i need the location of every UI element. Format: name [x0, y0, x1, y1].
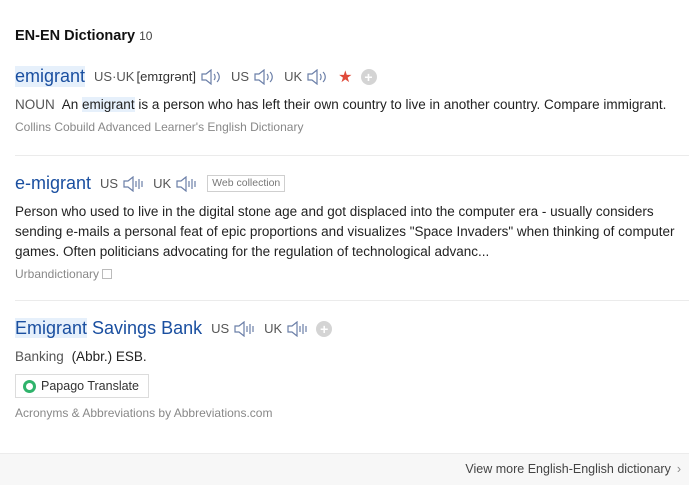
- pron-uk: UK: [153, 175, 197, 192]
- copy-icon[interactable]: [102, 269, 113, 279]
- add-icon[interactable]: +: [316, 320, 333, 337]
- definition-text: is a person who has left their own count…: [138, 97, 667, 112]
- entry-word[interactable]: Emigrant Savings Bank: [15, 318, 202, 339]
- pron-us: US: [231, 68, 275, 85]
- divider: [15, 155, 689, 156]
- speaker-icon[interactable]: [233, 320, 255, 337]
- web-collection-tag: Web collection: [207, 175, 286, 192]
- chevron-right-icon: ›: [676, 462, 681, 476]
- definition: Banking (Abbr.) ESB.: [15, 347, 689, 367]
- entry-word[interactable]: emigrant: [15, 66, 86, 87]
- star-icon[interactable]: ★: [338, 67, 352, 87]
- pron-uk: UK: [284, 68, 328, 85]
- entry-source[interactable]: Collins Cobuild Advanced Learner's Engli…: [15, 120, 689, 134]
- category-label: Banking: [15, 349, 64, 364]
- ipa-text: [emɪgrənt]: [136, 69, 197, 84]
- entry-source[interactable]: Urbandictionary: [15, 267, 689, 281]
- definition-text: (Abbr.) ESB.: [71, 349, 147, 364]
- dictionary-title: EN-EN Dictionary: [15, 28, 136, 44]
- entry-word[interactable]: e-migrant: [15, 173, 91, 194]
- pron-label: US: [211, 321, 230, 336]
- pron-uk: UK: [264, 320, 308, 337]
- footer-bar: View more English-English dictionary ›: [0, 453, 689, 485]
- speaker-icon[interactable]: [122, 175, 144, 192]
- add-icon[interactable]: +: [360, 68, 377, 85]
- pron-label: US·UK: [94, 69, 135, 84]
- word-rest: Savings Bank: [87, 318, 203, 338]
- definition-highlight: emigrant: [82, 97, 135, 112]
- pron-label: US: [100, 176, 119, 191]
- pron-us: US: [100, 175, 144, 192]
- button-label: Papago Translate: [41, 379, 139, 393]
- pron-label: UK: [284, 69, 303, 84]
- result-count: 10: [139, 29, 153, 43]
- speaker-icon[interactable]: [306, 68, 328, 85]
- pron-label: US: [231, 69, 250, 84]
- papago-icon: [23, 379, 36, 393]
- speaker-icon[interactable]: [286, 320, 308, 337]
- definition: Person who used to live in the digital s…: [15, 204, 675, 259]
- dictionary-header: EN-EN Dictionary 10: [15, 28, 152, 44]
- entry-source[interactable]: Acronyms & Abbreviations by Abbreviation…: [15, 406, 689, 420]
- entry-e-migrant: e-migrant US UK Web collection Person wh…: [15, 173, 689, 281]
- word-highlight: Emigrant: [15, 318, 88, 338]
- pron-label: UK: [153, 176, 172, 191]
- speaker-icon[interactable]: [253, 68, 275, 85]
- view-more-link[interactable]: View more English-English dictionary ›: [465, 462, 681, 476]
- pron-us-uk: US·UK [emɪgrənt]: [94, 68, 222, 85]
- pron-label: UK: [264, 321, 283, 336]
- pron-us: US: [211, 320, 255, 337]
- entry-emigrant: emigrant US·UK [emɪgrənt] US UK ★ + NOUN…: [15, 66, 689, 134]
- divider: [15, 300, 689, 301]
- speaker-icon[interactable]: [175, 175, 197, 192]
- papago-translate-button[interactable]: Papago Translate: [15, 374, 149, 398]
- speaker-icon[interactable]: [200, 68, 222, 85]
- definition-text: An: [61, 97, 79, 112]
- link-label: View more English-English dictionary: [465, 462, 671, 476]
- part-of-speech: NOUN: [15, 97, 55, 112]
- definition: NOUN An emigrant is a person who has lef…: [15, 95, 689, 115]
- source-label: Urbandictionary: [15, 267, 100, 281]
- entry-emigrant-savings-bank: Emigrant Savings Bank US UK + Banking (A…: [15, 318, 689, 420]
